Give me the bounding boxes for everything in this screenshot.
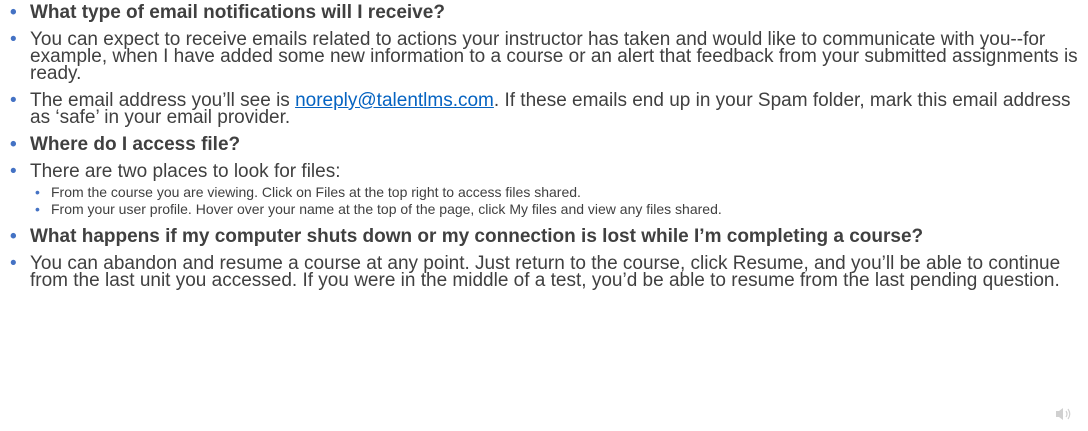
answer-file-locations: There are two places to look for files: … xyxy=(8,161,1083,218)
speaker-icon[interactable] xyxy=(1054,406,1074,422)
faq-slide: What type of email notifications will I … xyxy=(0,0,1088,431)
question-connection-lost: What happens if my computer shuts down o… xyxy=(8,226,1083,247)
list-item: From the course you are viewing. Click o… xyxy=(33,184,1083,201)
question-text: What type of email notifications will I … xyxy=(30,2,445,23)
answer-text: You can expect to receive emails related… xyxy=(30,29,1078,84)
answer-text: You can abandon and resume a course at a… xyxy=(30,253,1061,291)
answer-text: There are two places to look for files: xyxy=(30,161,341,182)
email-link[interactable]: noreply@talentlms.com xyxy=(295,90,494,111)
question-text: What happens if my computer shuts down o… xyxy=(30,226,924,247)
file-locations-list: From the course you are viewing. Click o… xyxy=(30,184,1083,218)
list-item: From your user profile. Hover over your … xyxy=(33,201,1083,218)
question-text: Where do I access file? xyxy=(30,134,241,155)
answer-email-address: The email address you’ll see is noreply@… xyxy=(8,90,1083,127)
answer-email-notifications: You can expect to receive emails related… xyxy=(8,29,1083,84)
answer-resume-course: You can abandon and resume a course at a… xyxy=(8,253,1083,291)
question-access-file: Where do I access file? xyxy=(8,134,1083,155)
question-email-notifications: What type of email notifications will I … xyxy=(8,2,1083,23)
faq-list: What type of email notifications will I … xyxy=(8,2,1083,299)
